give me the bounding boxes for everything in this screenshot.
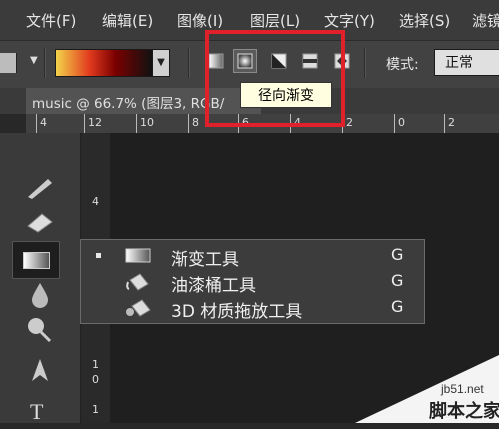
mode-select[interactable]: 正常 <box>434 49 499 76</box>
svg-text:T: T <box>30 399 44 424</box>
ruler-label: 12 <box>88 116 102 129</box>
tool-preset-picker[interactable] <box>0 53 17 73</box>
watermark-name: 脚本之家 <box>429 400 499 422</box>
ruler-tick <box>36 114 37 133</box>
ruler-tick <box>136 114 137 133</box>
ruler-label: 10 <box>140 116 154 129</box>
blur-icon <box>32 283 48 308</box>
ruler-tick <box>84 114 85 133</box>
type-icon: T <box>30 399 44 424</box>
ruler-label: 2 <box>346 116 353 129</box>
ruler-tick <box>444 114 445 133</box>
flyout-item-label: 油漆桶工具 <box>171 276 256 296</box>
watermark-site: jb51.net <box>440 382 484 396</box>
flyout-item-gradient[interactable]: 渐变工具 G <box>81 243 424 270</box>
gradient-tool-flyout: 渐变工具 G 油漆桶工具 G 3D 材质拖放工具 G <box>80 239 425 324</box>
type-tool[interactable]: T <box>20 395 60 425</box>
flyout-item-paint-bucket[interactable]: 油漆桶工具 G <box>81 269 424 296</box>
menu-file[interactable]: 文件(F) <box>26 10 76 31</box>
menu-image[interactable]: 图像(I) <box>177 10 223 31</box>
ruler-tick <box>188 114 189 133</box>
ruler-tick <box>394 114 395 133</box>
menu-select[interactable]: 选择(S) <box>399 10 450 31</box>
paint-bucket-icon <box>126 273 149 291</box>
gradient-preview[interactable] <box>55 49 153 77</box>
3d-material-drop-icon <box>126 299 151 317</box>
brush-tool[interactable] <box>20 173 60 203</box>
gradient-tool-button[interactable] <box>12 241 60 279</box>
blur-tool[interactable] <box>20 279 60 309</box>
ruler-label: 0 <box>92 373 99 386</box>
watermark: jb51.net 脚本之家 <box>355 355 499 423</box>
document-tab-title: music @ 66.7% (图层3, RGB/ <box>32 96 225 112</box>
pen-tool[interactable] <box>20 355 60 385</box>
gradient-icon <box>125 248 151 263</box>
eraser-icon <box>27 213 53 233</box>
flyout-item-shortcut: G <box>391 245 404 264</box>
flyout-item-label: 3D 材质拖放工具 <box>171 302 303 322</box>
flyout-item-shortcut: G <box>391 271 404 290</box>
menu-layer[interactable]: 图层(L) <box>250 10 300 31</box>
ruler-label: 0 <box>398 116 405 129</box>
dodge-tool[interactable] <box>20 313 60 343</box>
dodge-icon <box>28 318 52 343</box>
flyout-item-label: 渐变工具 <box>171 250 239 270</box>
brush-icon <box>28 179 52 199</box>
highlight-box <box>205 30 345 127</box>
ruler-label: 8 <box>192 116 199 129</box>
ruler-label: 1 <box>92 403 99 416</box>
flyout-item-3d-material-drop[interactable]: 3D 材质拖放工具 G <box>81 295 424 322</box>
gradient-dropdown-button[interactable]: ▼ <box>152 49 170 77</box>
separator <box>44 48 46 78</box>
ruler-label: 1 <box>92 358 99 371</box>
mode-label: 模式: <box>386 57 419 73</box>
eraser-tool[interactable] <box>20 206 60 236</box>
selected-bullet-icon <box>96 253 101 258</box>
separator <box>188 48 190 78</box>
pen-icon <box>32 359 48 381</box>
separator <box>364 48 366 78</box>
menu-edit[interactable]: 编辑(E) <box>102 10 153 31</box>
ruler-label: 4 <box>92 195 99 208</box>
ruler-label: 4 <box>40 116 47 129</box>
menu-type[interactable]: 文字(Y) <box>324 10 375 31</box>
watermark-logo: jb51.net 脚本之家 <box>355 355 499 423</box>
flyout-item-shortcut: G <box>391 297 404 316</box>
chevron-down-icon[interactable]: ▼ <box>30 55 38 66</box>
gradient-icon <box>23 252 50 269</box>
menu-filter[interactable]: 滤镜 <box>472 10 499 31</box>
ruler-label: 2 <box>448 116 455 129</box>
